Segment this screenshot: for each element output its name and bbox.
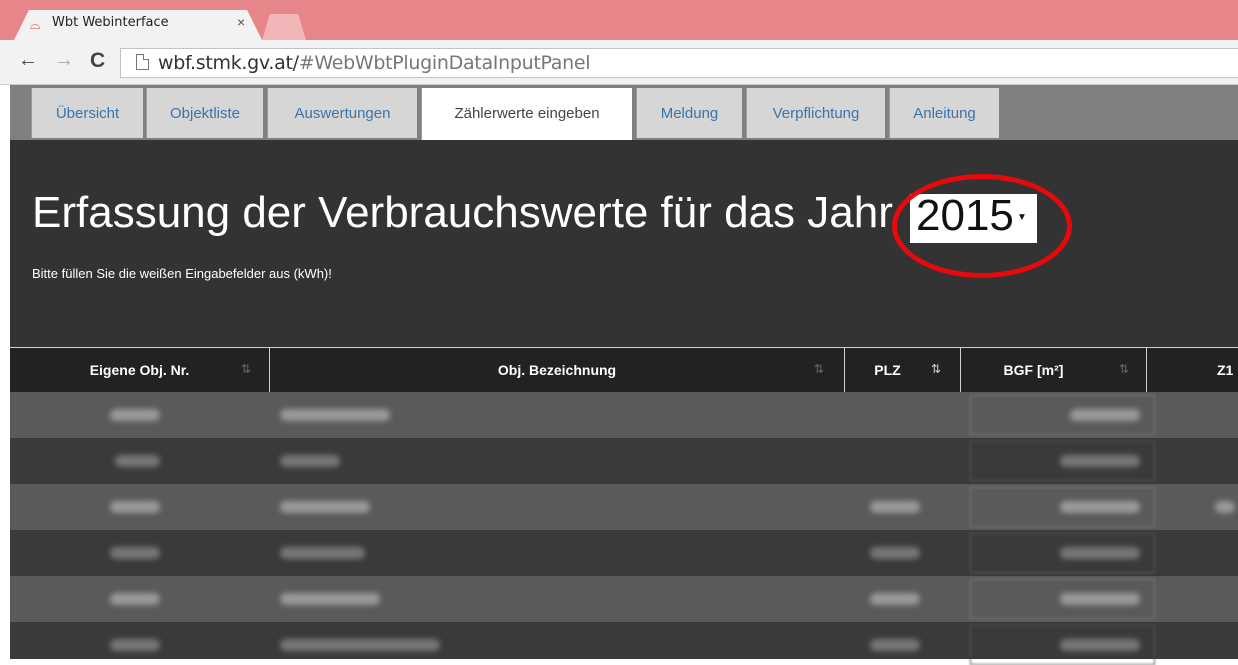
table-cell bbox=[1060, 501, 1140, 513]
page-icon bbox=[136, 54, 149, 70]
sort-ascending-icon[interactable]: ⇅ bbox=[931, 362, 941, 376]
table-cell bbox=[870, 501, 920, 513]
site-favicon-icon: ⌓ bbox=[30, 17, 41, 32]
table-cell bbox=[1070, 409, 1140, 421]
table-row[interactable] bbox=[10, 484, 1238, 530]
table-row[interactable] bbox=[10, 438, 1238, 484]
table-cell bbox=[1060, 455, 1140, 467]
reload-icon[interactable]: C bbox=[90, 49, 105, 73]
table-cell bbox=[1060, 593, 1140, 605]
column-label: Obj. Bezeichnung bbox=[497, 362, 617, 378]
close-tab-icon[interactable]: × bbox=[237, 14, 245, 30]
table-cell bbox=[280, 593, 380, 605]
sort-icon[interactable]: ⇅ bbox=[241, 362, 251, 376]
table-cell bbox=[110, 593, 160, 605]
table-cell bbox=[280, 409, 390, 421]
tab-uebersicht[interactable]: Übersicht bbox=[31, 88, 143, 138]
table-cell bbox=[870, 593, 920, 605]
tab-zaehlerwerte-eingeben[interactable]: Zählerwerte eingeben bbox=[421, 88, 632, 141]
table-cell bbox=[280, 455, 340, 467]
table-cell bbox=[1060, 547, 1140, 559]
sort-icon[interactable]: ⇅ bbox=[1119, 362, 1129, 376]
tab-auswertungen[interactable]: Auswertungen bbox=[267, 88, 417, 138]
table-cell bbox=[115, 455, 160, 467]
column-label: PLZ bbox=[874, 362, 901, 378]
url-host: wbf.stmk.gv.at/ bbox=[158, 52, 299, 74]
table-cell bbox=[1215, 501, 1235, 513]
column-header-obj-nr[interactable]: Eigene Obj. Nr. bbox=[10, 347, 269, 392]
annotation-circle bbox=[892, 174, 1072, 278]
tab-verpflichtung[interactable]: Verpflichtung bbox=[746, 88, 885, 138]
column-header-plz[interactable]: PLZ bbox=[844, 347, 960, 392]
table-cell bbox=[110, 547, 160, 559]
table-cell bbox=[870, 639, 920, 651]
page-title: Erfassung der Verbrauchswerte für das Ja… bbox=[32, 188, 893, 237]
table-cell bbox=[280, 547, 365, 559]
tab-anleitung[interactable]: Anleitung bbox=[889, 88, 999, 138]
table-cell bbox=[110, 409, 160, 421]
url-text[interactable]: wbf.stmk.gv.at/#WebWbtPluginDataInputPan… bbox=[158, 52, 591, 74]
table-cell bbox=[870, 547, 920, 559]
table-cell bbox=[110, 639, 160, 651]
url-path: #WebWbtPluginDataInputPanel bbox=[298, 52, 591, 74]
column-header-bezeichnung[interactable]: Obj. Bezeichnung bbox=[269, 347, 844, 392]
column-label: Z1 bbox=[1217, 362, 1234, 378]
tab-objektliste[interactable]: Objektliste bbox=[146, 88, 263, 138]
tab-meldung[interactable]: Meldung bbox=[636, 88, 742, 138]
table-cell bbox=[280, 501, 370, 513]
table-cell bbox=[1060, 639, 1140, 651]
forward-arrow-icon[interactable]: → bbox=[54, 49, 74, 72]
table-cell bbox=[280, 639, 440, 651]
column-label: Eigene Obj. Nr. bbox=[89, 362, 190, 378]
column-label: BGF [m²] bbox=[1003, 362, 1064, 378]
table-row[interactable] bbox=[10, 530, 1238, 576]
back-arrow-icon[interactable]: ← bbox=[18, 49, 38, 72]
sort-icon[interactable]: ⇅ bbox=[814, 362, 824, 376]
table-row[interactable] bbox=[10, 576, 1238, 622]
column-header-z1[interactable]: Z1 bbox=[1146, 347, 1238, 392]
table-row[interactable] bbox=[10, 392, 1238, 438]
table-row[interactable] bbox=[10, 622, 1238, 665]
table-cell bbox=[110, 501, 160, 513]
browser-tab-title: Wbt Webinterface bbox=[52, 15, 169, 30]
page-subtitle: Bitte füllen Sie die weißen Eingabefelde… bbox=[32, 266, 332, 281]
